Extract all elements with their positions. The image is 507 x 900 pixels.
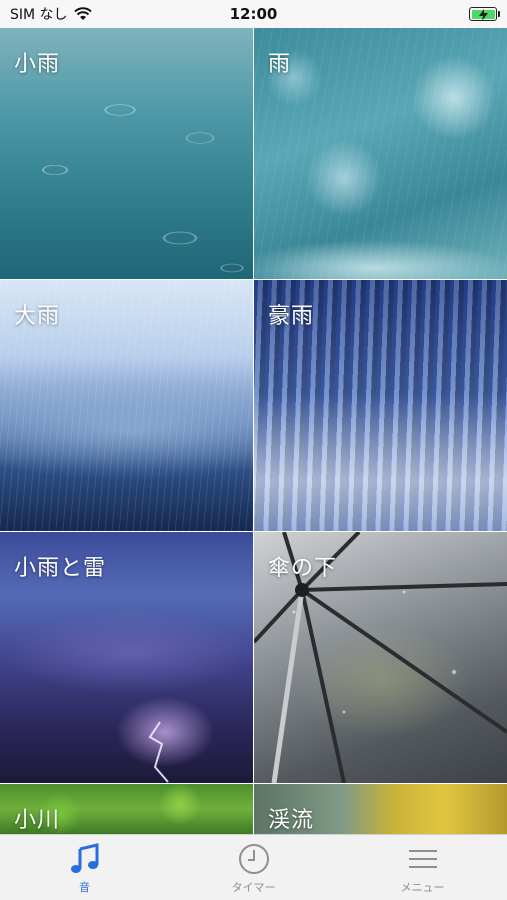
tile-mountain-stream[interactable]: 渓流: [254, 784, 507, 834]
tile-label: 小川: [14, 808, 61, 833]
tab-label: メニュー: [400, 881, 445, 894]
tile-rain-thunder[interactable]: 小雨と雷: [0, 532, 253, 783]
tab-label: 音: [79, 881, 90, 894]
tile-label: 傘の下: [268, 556, 338, 581]
tab-menu[interactable]: メニュー: [338, 835, 507, 900]
menu-icon: [408, 850, 437, 868]
tab-label: タイマー: [231, 881, 276, 894]
battery-fill: [471, 8, 495, 21]
tile-light-rain[interactable]: 小雨: [0, 28, 253, 279]
clock-icon: [238, 844, 269, 874]
tile-label: 大雨: [14, 304, 61, 329]
tile-label: 豪雨: [268, 304, 315, 329]
music-note-icon: [70, 843, 98, 873]
wifi-icon: [73, 7, 92, 20]
status-left: SIM なし: [10, 4, 92, 24]
tile-brook[interactable]: 小川: [0, 784, 253, 834]
tab-sounds[interactable]: 音: [0, 835, 169, 900]
tile-label: 雨: [268, 52, 292, 77]
tile-label: 小雨: [14, 52, 61, 77]
tile-rain[interactable]: 雨: [254, 28, 507, 279]
carrier-label: SIM なし: [10, 7, 68, 23]
tile-downpour[interactable]: 豪雨: [254, 280, 507, 531]
tab-timer[interactable]: タイマー: [169, 835, 338, 900]
tab-bar: 音 タイマー メニュー: [0, 834, 507, 900]
tile-label: 小雨と雷: [14, 556, 107, 581]
tile-under-umbrella[interactable]: 傘の下: [254, 532, 507, 783]
status-bar: SIM なし 12:00: [0, 0, 507, 28]
sound-grid: 小雨 雨 大雨 豪雨 小雨と雷 傘の下 小川 渓流: [0, 28, 507, 834]
tile-label: 渓流: [268, 808, 315, 833]
battery-icon: [469, 7, 500, 21]
charging-bolt-icon: [478, 8, 488, 21]
tile-heavy-rain[interactable]: 大雨: [0, 280, 253, 531]
